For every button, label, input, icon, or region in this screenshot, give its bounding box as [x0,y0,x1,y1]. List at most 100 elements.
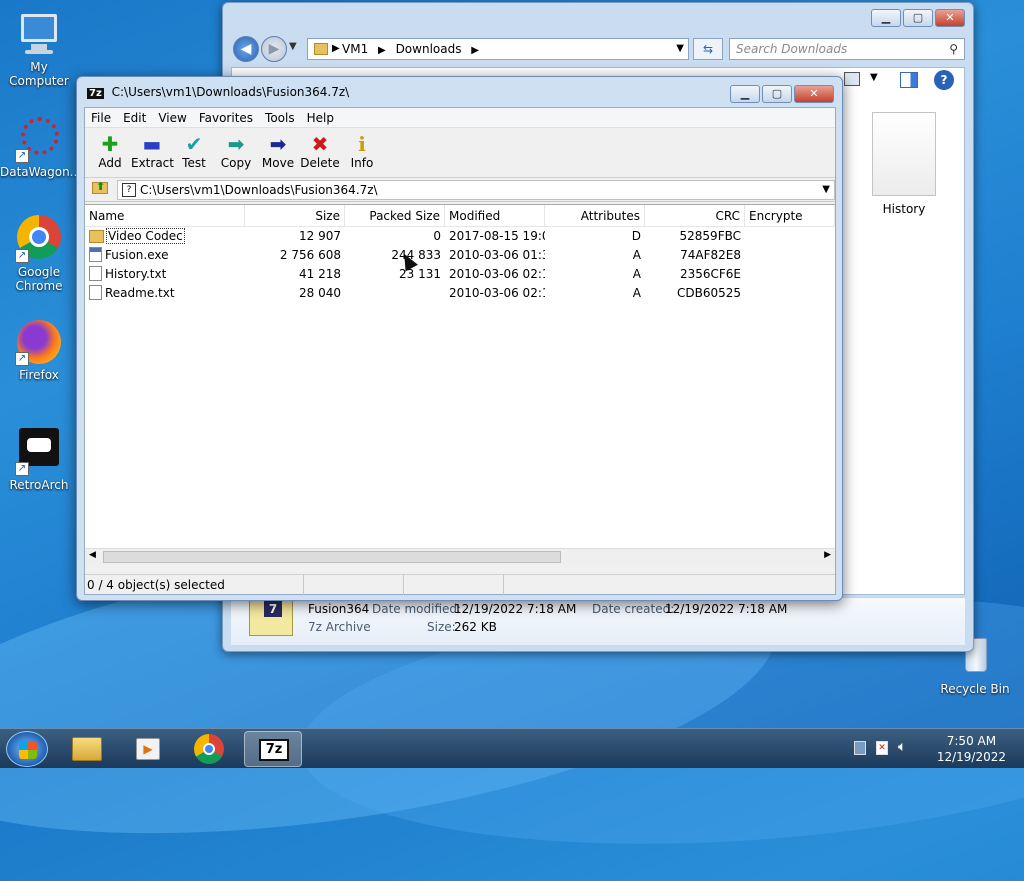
menu-view[interactable]: View [152,108,192,127]
table-row[interactable]: History.txt 41 218 23 131 2010-03-06 02:… [85,265,835,284]
desktop-icon-datawagon[interactable]: ↗ DataWagon... [0,115,82,179]
taskbar-explorer[interactable] [58,731,116,767]
windows-logo-icon [19,741,37,759]
taskbar-media-player[interactable]: ▶ [118,731,176,767]
row-size: 2 756 608 [279,248,341,262]
row-packed: 244 833 [391,248,441,262]
column-packed-size[interactable]: Packed Size [345,205,445,226]
desktop-icon-my-computer[interactable]: My Computer [0,10,78,88]
scrollbar-thumb[interactable] [103,551,561,563]
sevenzip-window[interactable]: 7z C:\Users\vm1\Downloads\Fusion364.7z\ … [76,76,843,601]
breadcrumb-downloads[interactable]: Downloads [396,42,462,56]
desktop-icon-chrome[interactable]: ↗ Google Chrome [0,215,78,293]
refresh-button[interactable]: ⇆ [693,38,723,60]
media-player-icon: ▶ [136,738,160,760]
horizontal-scrollbar[interactable]: ◀ ▶ [85,548,835,565]
details-size-label: Size: [427,620,456,634]
desktop-icon-label: My Computer [9,60,69,88]
clock[interactable]: 7:50 AM 12/19/2022 [937,733,1006,765]
move-label: Move [261,156,295,170]
row-size: 28 040 [299,286,341,300]
close-button[interactable]: ✕ [935,9,965,27]
column-encrypted[interactable]: Encrypte [745,205,835,226]
column-modified[interactable]: Modified [445,205,545,226]
action-center-icon[interactable]: ✕ [876,741,888,755]
retroarch-icon: ↗ [15,428,63,476]
taskbar-chrome[interactable] [182,731,240,767]
path-dropdown-icon[interactable]: ▼ [822,181,830,199]
column-size[interactable]: Size [245,205,345,226]
extract-button[interactable]: ▬ Extract [131,128,174,177]
row-size: 41 218 [299,267,341,281]
preview-pane-icon[interactable] [900,72,918,88]
details-modified-label: Date modified: [372,602,462,616]
test-button[interactable]: ✔ Test [173,128,215,177]
column-name[interactable]: Name [85,205,245,226]
maximize-button[interactable]: ▢ [762,85,792,103]
clock-time: 7:50 AM [946,734,997,748]
breadcrumb-vm1[interactable]: VM1 [342,42,368,56]
forward-button[interactable]: ▶ [261,36,287,62]
address-dropdown-icon[interactable]: ▼ [676,39,684,59]
menu-file[interactable]: File [85,108,117,127]
desktop-icon-label: DataWagon... [0,165,82,179]
menu-help[interactable]: Help [301,108,340,127]
copy-label: Copy [220,156,252,170]
scroll-left-icon[interactable]: ◀ [89,550,96,560]
help-icon[interactable]: ? [934,70,954,90]
column-attributes[interactable]: Attributes [545,205,645,226]
move-button[interactable]: ➡ Move [257,128,299,177]
desktop-icon-firefox[interactable]: ↗ Firefox [0,318,78,382]
status-bar: 0 / 4 object(s) selected [85,574,835,595]
close-button[interactable]: ✕ [794,85,834,103]
menu-tools[interactable]: Tools [259,108,301,127]
shortcut-arrow-icon: ↗ [15,462,29,476]
minimize-button[interactable]: ▁ [730,85,760,103]
table-row[interactable]: Readme.txt 28 040 2010-03-06 02:14 A CDB… [85,284,835,303]
scroll-right-icon[interactable]: ▶ [824,550,831,560]
minimize-button[interactable]: ▁ [871,9,901,27]
column-crc[interactable]: CRC [645,205,745,226]
back-button[interactable]: ◀ [233,36,259,62]
search-icon: ⚲ [949,42,958,56]
view-options-icon[interactable] [844,72,860,86]
folder-up-button[interactable]: ⬆ [89,180,111,200]
menu-favorites[interactable]: Favorites [193,108,259,127]
text-file-icon [89,285,102,300]
network-icon[interactable] [854,741,866,755]
clock-date: 12/19/2022 [936,750,1006,764]
start-button[interactable] [6,731,48,767]
desktop-icon-retroarch[interactable]: ↗ RetroArch [0,428,78,492]
window-title: 7z C:\Users\vm1\Downloads\Fusion364.7z\ [87,85,349,99]
maximize-button[interactable]: ▢ [903,9,933,27]
path-input[interactable]: ? C:\Users\vm1\Downloads\Fusion364.7z\ ▼ [117,180,835,200]
file-history[interactable]: History [868,112,940,216]
add-button[interactable]: ✚ Add [89,128,131,177]
copy-button[interactable]: ➡ Copy [215,128,257,177]
taskbar-7zip[interactable]: 7z [244,731,302,767]
column-headers: Name Size Packed Size Modified Attribute… [85,205,835,227]
row-attributes: A [632,248,641,262]
explorer-search-input[interactable]: Search Downloads ⚲ [729,38,965,60]
info-button[interactable]: i Info [341,128,383,177]
folder-icon [89,230,104,243]
volume-icon[interactable]: 🔈︎ [898,739,906,755]
row-modified: 2017-08-15 19:04 [449,229,545,243]
file-list[interactable]: Name Size Packed Size Modified Attribute… [85,204,835,548]
explorer-address-bar[interactable]: ▶ VM1 ▶ Downloads ▶ ▼ [307,38,689,60]
desktop-icon-label: RetroArch [9,478,69,492]
path-text: C:\Users\vm1\Downloads\Fusion364.7z\ [140,183,378,197]
view-dropdown-icon[interactable]: ▼ [870,72,878,83]
row-modified: 2010-03-06 01:34 [449,248,545,262]
details-created-label: Date created: [592,602,675,616]
menu-bar: File Edit View Favorites Tools Help [85,108,835,128]
recent-pages-chevron-icon[interactable]: ▼ [289,41,297,52]
delete-button[interactable]: ✖ Delete [299,128,341,177]
add-label: Add [98,156,122,170]
move-arrow-icon: ➡ [269,132,287,156]
table-row[interactable]: Video Codec 12 907 0 2017-08-15 19:04 D … [85,227,835,246]
explorer-navigation: ◀ ▶ ▼ ▶ VM1 ▶ Downloads ▶ ▼ ⇆ Search Dow… [231,35,965,63]
table-row[interactable]: Fusion.exe 2 756 608 244 833 2010-03-06 … [85,246,835,265]
window-title-text: C:\Users\vm1\Downloads\Fusion364.7z\ [111,85,350,99]
menu-edit[interactable]: Edit [117,108,152,127]
